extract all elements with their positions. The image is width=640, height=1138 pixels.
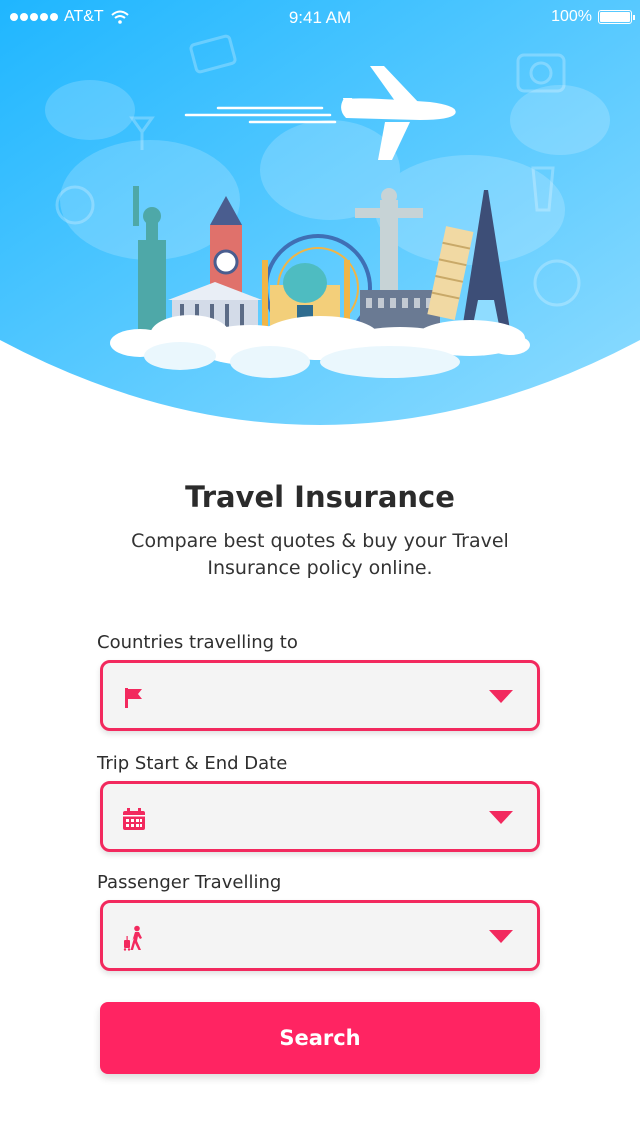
search-button[interactable]: Search <box>100 1002 540 1074</box>
subtitle-line-1: Compare best quotes & buy your Travel <box>131 530 509 552</box>
passengers-select[interactable] <box>100 900 540 971</box>
flag-icon <box>125 688 142 708</box>
travel-landmarks-illustration <box>0 0 640 425</box>
battery-status: 100% <box>551 8 635 26</box>
hero-banner: AT&T 9:41 AM 100% <box>0 0 640 430</box>
subtitle-line-2: Insurance policy online. <box>207 557 433 579</box>
calendar-icon <box>123 808 145 830</box>
chevron-down-icon <box>489 930 513 943</box>
battery-percent: 100% <box>551 8 592 25</box>
countries-label: Countries travelling to <box>97 632 298 653</box>
countries-select[interactable] <box>100 660 540 731</box>
traveler-icon <box>123 925 142 951</box>
status-bar: AT&T 9:41 AM 100% <box>0 0 640 36</box>
trip-dates-select[interactable] <box>100 781 540 852</box>
page-subtitle: Compare best quotes & buy your Travel In… <box>110 528 530 582</box>
page-title: Travel Insurance <box>185 480 455 514</box>
chevron-down-icon <box>489 690 513 703</box>
chevron-down-icon <box>489 811 513 824</box>
battery-icon <box>598 10 635 24</box>
dates-label: Trip Start & End Date <box>97 753 288 774</box>
clock: 9:41 AM <box>288 8 352 27</box>
passengers-label: Passenger Travelling <box>97 872 282 893</box>
